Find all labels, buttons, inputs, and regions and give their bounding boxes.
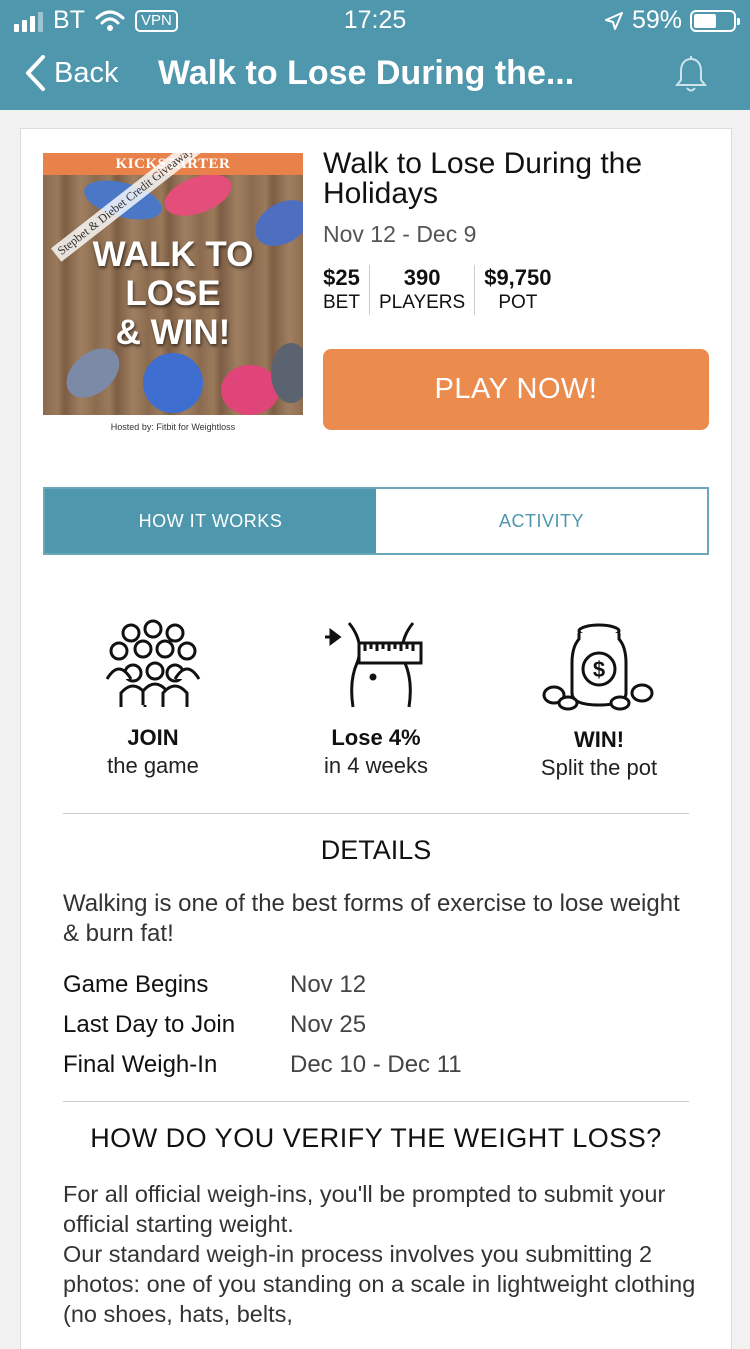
step-subtitle: the game bbox=[107, 753, 199, 778]
step-title: JOIN bbox=[127, 725, 179, 750]
waist-tape-icon bbox=[325, 622, 423, 708]
stat-label: BET bbox=[323, 292, 360, 313]
play-now-button[interactable]: PLAY NOW! bbox=[323, 349, 709, 430]
step-title: Lose 4% bbox=[331, 725, 421, 750]
game-title: Walk to Lose During the Holidays bbox=[323, 147, 643, 210]
chevron-left-icon bbox=[26, 55, 45, 91]
game-dates: Nov 12 - Dec 9 bbox=[323, 221, 477, 247]
details-heading: DETAILS bbox=[320, 835, 432, 865]
poster-headline-line: & WIN! bbox=[115, 313, 231, 352]
verify-paragraph: Our standard weigh-in process involves y… bbox=[63, 1241, 696, 1327]
step-lose: Lose 4% in 4 weeks bbox=[266, 619, 486, 779]
step-subtitle: in 4 weeks bbox=[324, 753, 428, 778]
verify-paragraph: For all official weigh-ins, you'll be pr… bbox=[63, 1181, 666, 1237]
poster-headline-line: LOSE bbox=[125, 274, 221, 313]
stat-label: PLAYERS bbox=[378, 292, 466, 313]
battery-fill bbox=[694, 13, 716, 28]
divider bbox=[63, 813, 689, 814]
battery-percent: 59% bbox=[631, 6, 682, 34]
game-stats: $25 BET 390 PLAYERS $9,750 POT bbox=[323, 265, 561, 315]
top-bar: BT VPN 17:25 59% Back Walk to Lose Durin… bbox=[0, 0, 750, 110]
details-value: Nov 12 bbox=[290, 971, 367, 998]
money-jar-icon: $ bbox=[542, 623, 654, 711]
details-description: Walking is one of the best forms of exer… bbox=[63, 890, 680, 947]
stat-players: 390 PLAYERS bbox=[370, 265, 476, 315]
page-title: Walk to Lose During the... bbox=[158, 54, 575, 92]
step-win: $ WIN! Split the pot bbox=[489, 619, 709, 781]
bell-icon[interactable] bbox=[674, 56, 708, 94]
shoe-decoration bbox=[271, 343, 303, 403]
stat-bet: $25 BET bbox=[323, 265, 370, 315]
details-label: Last Day to Join bbox=[63, 1011, 236, 1038]
verify-text: For all official weigh-ins, you'll be pr… bbox=[63, 1179, 703, 1329]
game-card: KICKSTARTER Stepbet & Diebet Credit Give… bbox=[20, 128, 732, 1349]
poster-headline-line: WALK TO bbox=[92, 235, 254, 274]
hosted-by: Hosted by: Fitbit for Weightloss bbox=[110, 422, 236, 432]
shoe-decoration bbox=[143, 353, 203, 413]
details-label: Final Weigh-In bbox=[63, 1051, 218, 1078]
tab-bar: HOW IT WORKS ACTIVITY bbox=[43, 487, 709, 555]
how-it-works-steps: JOIN the game Lose 4% in 4 weeks $ WIN! … bbox=[43, 619, 709, 799]
tab-how-it-works[interactable]: HOW IT WORKS bbox=[45, 489, 376, 553]
nav-bar: Back Walk to Lose During the... bbox=[0, 40, 750, 110]
svg-text:$: $ bbox=[593, 657, 605, 682]
stat-pot: $9,750 POT bbox=[475, 265, 560, 315]
step-subtitle: Split the pot bbox=[540, 755, 658, 780]
battery-icon bbox=[690, 9, 740, 32]
group-icon bbox=[105, 619, 201, 707]
location-arrow-icon bbox=[604, 11, 623, 30]
details-value: Nov 25 bbox=[290, 1011, 367, 1038]
details-value: Dec 10 - Dec 11 bbox=[290, 1051, 462, 1078]
game-poster: KICKSTARTER Stepbet & Diebet Credit Give… bbox=[43, 153, 303, 415]
back-label: Back bbox=[54, 56, 119, 89]
stat-label: POT bbox=[498, 292, 538, 313]
stat-value: $9,750 bbox=[484, 265, 552, 290]
back-button[interactable]: Back bbox=[24, 54, 118, 92]
details-label: Game Begins bbox=[63, 971, 209, 998]
poster-headline: WALK TO LOSE & WIN! bbox=[43, 235, 303, 352]
step-join: JOIN the game bbox=[43, 619, 263, 779]
divider bbox=[63, 1101, 689, 1102]
verify-heading: HOW DO YOU VERIFY THE WEIGHT LOSS? bbox=[90, 1123, 662, 1153]
step-title: WIN! bbox=[573, 727, 625, 752]
stat-value: $25 bbox=[323, 265, 360, 290]
stat-value: 390 bbox=[403, 265, 441, 290]
status-bar: BT VPN 17:25 59% bbox=[0, 0, 750, 40]
tab-activity[interactable]: ACTIVITY bbox=[376, 489, 707, 553]
